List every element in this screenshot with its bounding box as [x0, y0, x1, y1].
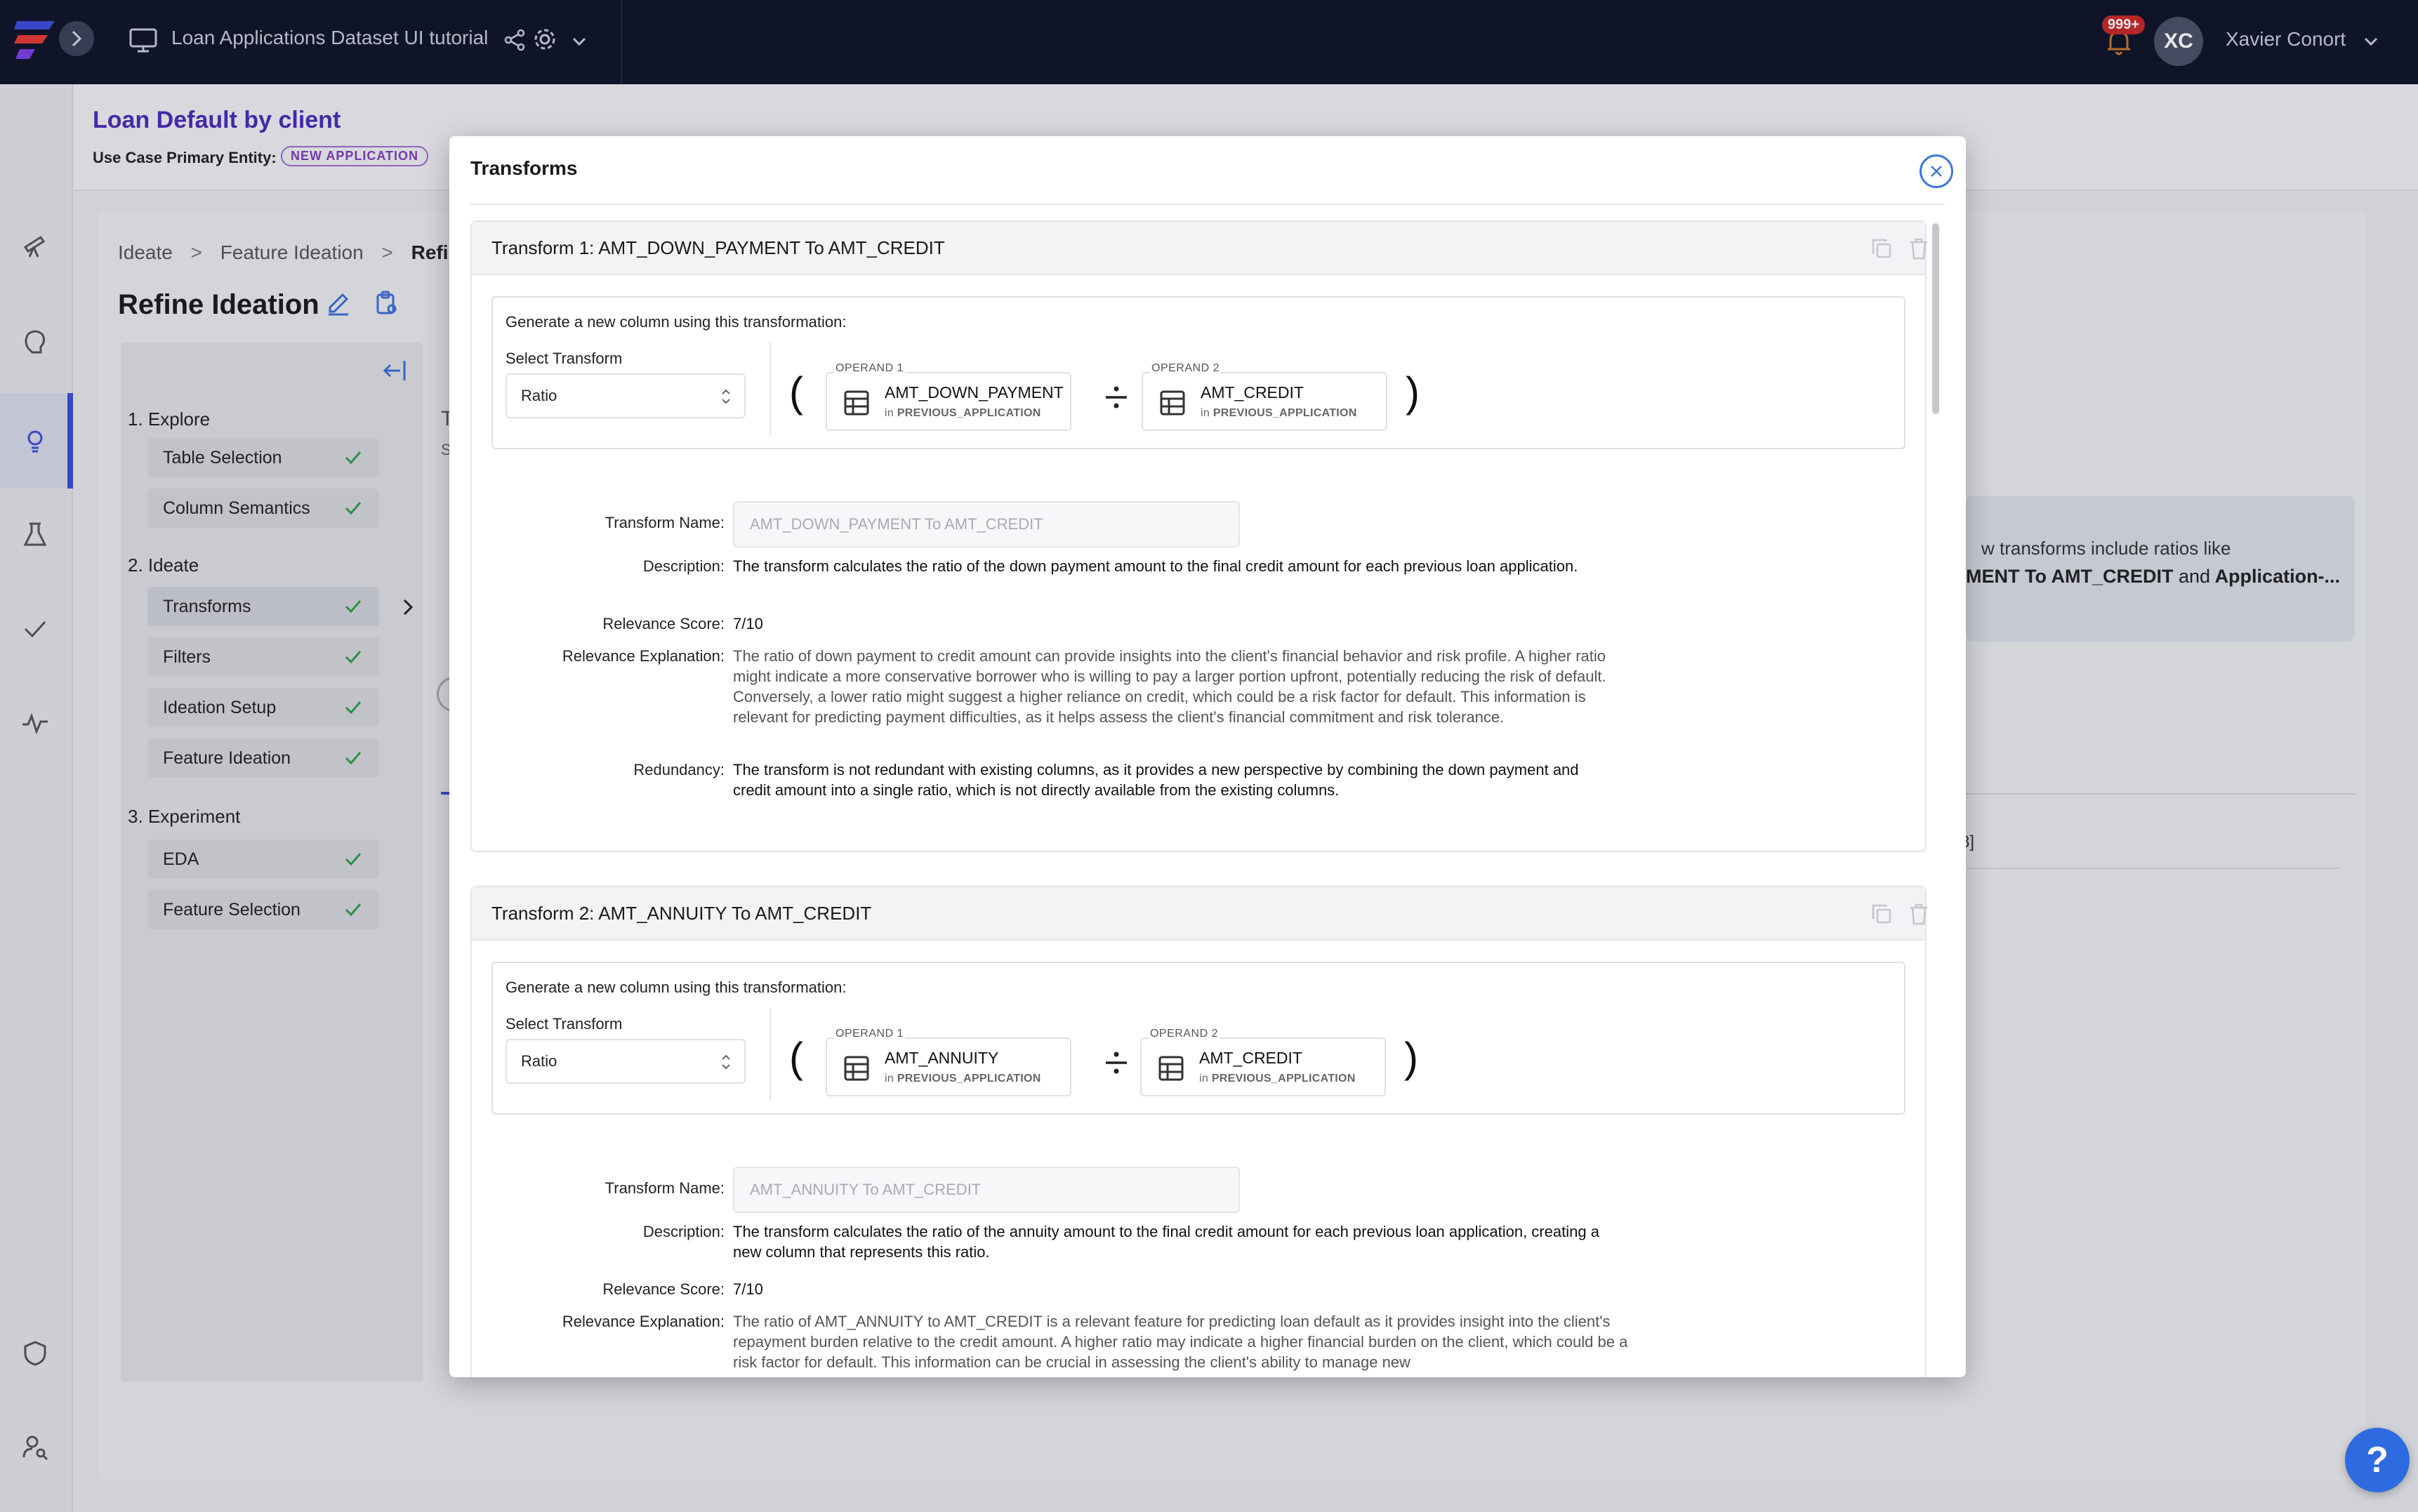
description-text: The transform calculates the ratio of th… [733, 557, 1578, 575]
relevance-explanation-label: Relevance Explanation: [562, 1313, 725, 1330]
select-transform-label: Select Transform [506, 1015, 623, 1033]
operand-name: AMT_ANNUITY [885, 1049, 999, 1067]
transform-header: Transform 2: AMT_ANNUITY To AMT_CREDIT [472, 887, 1927, 941]
open-paren: ( [789, 369, 803, 416]
close-paren: ) [1404, 1034, 1418, 1081]
relevance-score-label: Relevance Score: [602, 1280, 725, 1298]
transform-select[interactable]: Ratio [506, 373, 746, 418]
relevance-score-label: Relevance Score: [602, 615, 725, 632]
select-caret-icon [722, 389, 730, 404]
modal-title: Transforms [470, 157, 578, 179]
description-label: Description: [642, 557, 725, 575]
transform-name-input[interactable]: AMT_ANNUITY To AMT_CREDIT [733, 1167, 1240, 1213]
transform-title: Transform 1: AMT_DOWN_PAYMENT To AMT_CRE… [491, 237, 945, 258]
transform-name-label: Transform Name: [604, 514, 725, 531]
operand-table: in PREVIOUS_APPLICATION [885, 1073, 1041, 1085]
close-paren: ) [1406, 369, 1420, 416]
operand-2-chip[interactable]: OPERAND 2 AMT_CREDIT in PREVIOUS_APPLICA… [1140, 1028, 1386, 1096]
transform-select-value: Ratio [521, 387, 557, 404]
modal-divider [470, 204, 1945, 205]
operand-table: in PREVIOUS_APPLICATION [885, 407, 1041, 419]
transform-select[interactable]: Ratio [506, 1039, 746, 1084]
relevance-explanation-text: The ratio of AMT_ANNUITY to AMT_CREDIT i… [733, 1313, 1628, 1371]
operand-tag: OPERAND 1 [834, 362, 905, 375]
generate-column-box: Generate a new column using this transfo… [491, 962, 1905, 1115]
description-label: Description: [642, 1223, 725, 1240]
transform-name-input[interactable]: AMT_DOWN_PAYMENT To AMT_CREDIT [733, 501, 1240, 548]
operand-1-chip[interactable]: OPERAND 1 AMT_ANNUITY in PREVIOUS_APPLIC… [826, 1028, 1071, 1096]
relevance-score-value: 7/10 [733, 615, 763, 632]
open-paren: ( [789, 1034, 803, 1081]
copy-icon[interactable] [1870, 903, 1893, 925]
modal-scrollbar[interactable] [1932, 223, 1939, 414]
redundancy-text: The transform is not redundant with exis… [733, 761, 1579, 799]
separator-line [769, 343, 771, 435]
generate-column-box: Generate a new column using this transfo… [491, 296, 1905, 449]
copy-icon[interactable] [1870, 237, 1893, 260]
table-icon [1160, 390, 1185, 416]
operand-name: AMT_CREDIT [1201, 383, 1304, 402]
close-icon [1931, 166, 1942, 177]
redundancy-label: Redundancy: [633, 761, 725, 778]
operand-tag: OPERAND 2 [1149, 1028, 1220, 1040]
transform-name-label: Transform Name: [604, 1179, 725, 1197]
operand-name: AMT_CREDIT [1199, 1049, 1302, 1067]
generate-label: Generate a new column using this transfo… [506, 979, 847, 996]
transform-card-1: Transform 1: AMT_DOWN_PAYMENT To AMT_CRE… [470, 220, 1927, 852]
transform-header: Transform 1: AMT_DOWN_PAYMENT To AMT_CRE… [472, 222, 1927, 275]
help-button[interactable]: ? [2345, 1428, 2410, 1492]
operand-2-chip[interactable]: OPERAND 2 AMT_CREDIT in PREVIOUS_APPLICA… [1142, 362, 1387, 431]
relevance-explanation-label: Relevance Explanation: [562, 647, 725, 665]
transform-card-2: Transform 2: AMT_ANNUITY To AMT_CREDIT G… [470, 886, 1927, 1377]
operand-name: AMT_DOWN_PAYMENT [885, 383, 1064, 402]
transform-title: Transform 2: AMT_ANNUITY To AMT_CREDIT [491, 903, 872, 924]
separator-line [769, 1008, 771, 1101]
divide-icon [1106, 1052, 1127, 1074]
trash-icon[interactable] [1908, 903, 1929, 925]
table-icon [844, 390, 869, 416]
operand-1-chip[interactable]: OPERAND 1 AMT_DOWN_PAYMENT in PREVIOUS_A… [826, 362, 1071, 431]
divide-icon [1106, 386, 1127, 409]
transforms-modal: Transforms Transform 1: AMT_DOWN_PAYMENT… [449, 136, 1966, 1377]
description-text: The transform calculates the ratio of th… [733, 1223, 1599, 1261]
operand-tag: OPERAND 1 [834, 1028, 905, 1040]
operand-table: in PREVIOUS_APPLICATION [1201, 407, 1357, 419]
close-button[interactable] [1920, 154, 1953, 188]
relevance-explanation-text: The ratio of down payment to credit amou… [733, 647, 1606, 726]
trash-icon[interactable] [1908, 237, 1929, 260]
operand-table: in PREVIOUS_APPLICATION [1199, 1073, 1356, 1085]
table-icon [844, 1056, 869, 1081]
select-caret-icon [722, 1054, 730, 1070]
generate-label: Generate a new column using this transfo… [506, 313, 847, 331]
table-icon [1158, 1056, 1184, 1081]
transform-select-value: Ratio [521, 1052, 557, 1070]
operand-tag: OPERAND 2 [1150, 362, 1221, 375]
select-transform-label: Select Transform [506, 350, 623, 367]
relevance-score-value: 7/10 [733, 1280, 763, 1298]
